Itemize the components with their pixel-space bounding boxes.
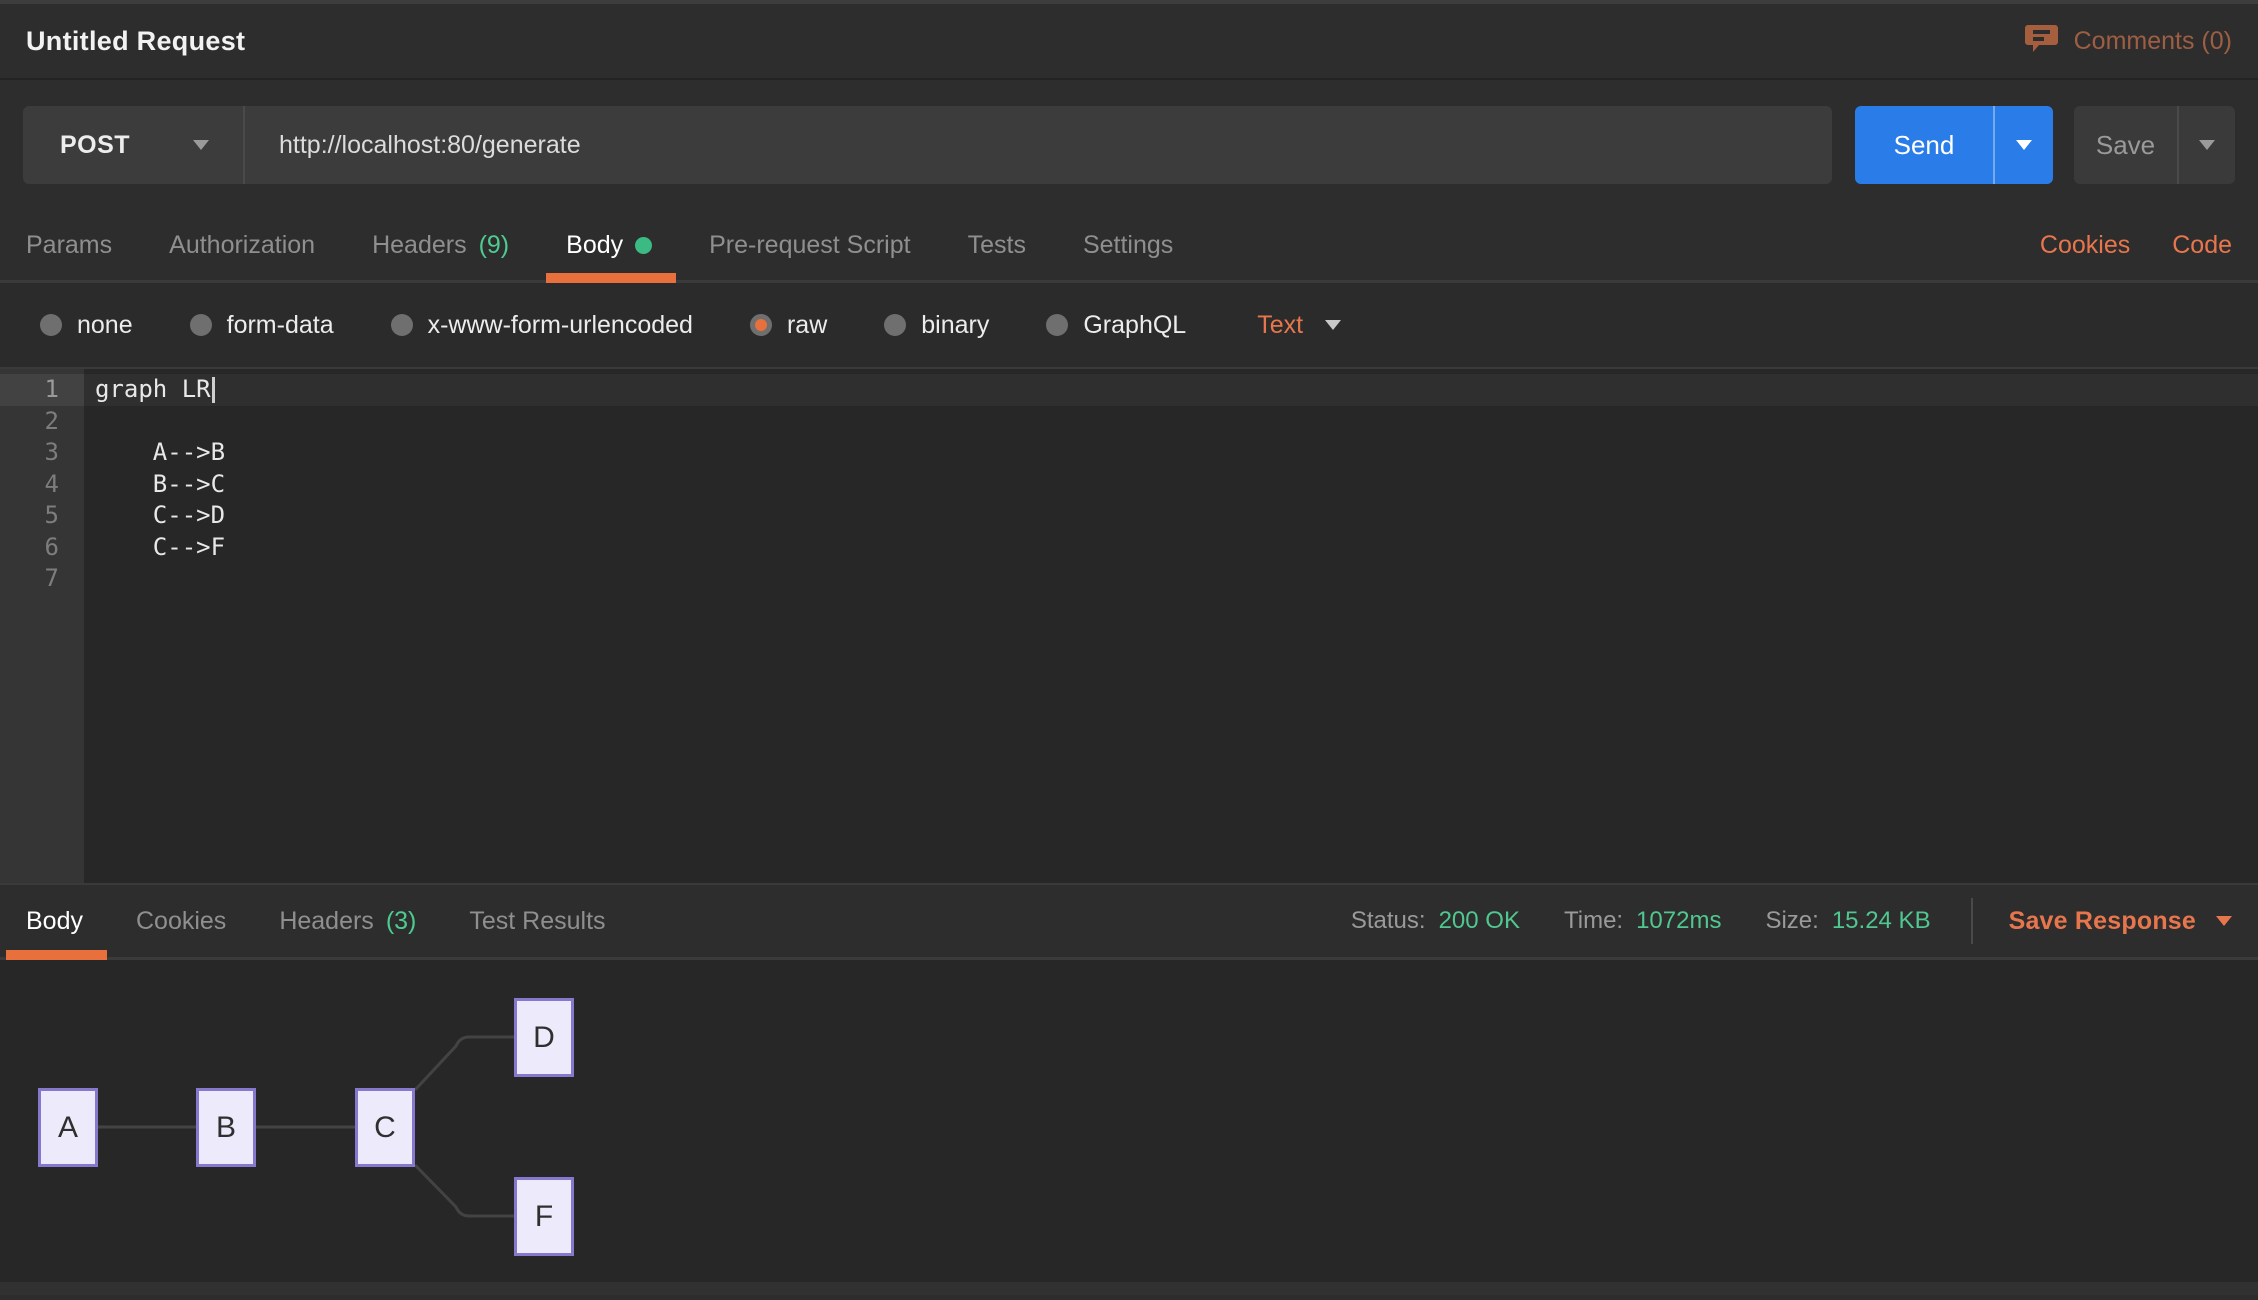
send-label: Send [1855, 106, 1993, 184]
radio-icon [190, 314, 212, 336]
body-type-binary[interactable]: binary [884, 311, 989, 340]
radio-icon [40, 314, 62, 336]
response-status-group: Status: 200 OK Time: 1072ms Size: 15.24 … [1307, 898, 2232, 944]
save-options-button[interactable] [2177, 106, 2235, 184]
horizontal-scrollbar-track [0, 1282, 2258, 1295]
radio-icon [884, 314, 906, 336]
raw-format-label: Text [1257, 311, 1303, 340]
code-line [84, 406, 2258, 438]
line-number: 5 [0, 500, 84, 532]
headers-count-badge: (9) [479, 231, 510, 260]
comments-button[interactable]: Comments (0) [2025, 23, 2232, 60]
request-tabs-actions: Cookies Code [2040, 231, 2232, 260]
code-line: C-->F [84, 532, 2258, 564]
save-button[interactable]: Save [2074, 106, 2235, 184]
response-headers-count-badge: (3) [386, 907, 417, 936]
code-line: B-->C [84, 469, 2258, 501]
tab-params[interactable]: Params [26, 210, 112, 280]
url-box: POST [23, 106, 1832, 184]
radio-icon [1046, 314, 1068, 336]
time-value: 1072ms [1636, 907, 1721, 935]
graph-node-c: C [355, 1088, 415, 1167]
body-type-x-www-form-urlencoded[interactable]: x-www-form-urlencoded [391, 311, 693, 340]
graph-node-b: B [196, 1088, 256, 1167]
code-link[interactable]: Code [2172, 231, 2232, 260]
body-type-graphql[interactable]: GraphQL [1046, 311, 1186, 340]
request-builder-row: POST Send Save [0, 80, 2258, 210]
code-line: graph LR [84, 374, 2258, 406]
body-type-row: none form-data x-www-form-urlencoded raw… [0, 283, 2258, 369]
editor-text-area[interactable]: graph LR A-->B B-->C C-->D C-->F [84, 369, 2258, 883]
cookies-link[interactable]: Cookies [2040, 231, 2130, 260]
method-label: POST [60, 131, 130, 160]
vertical-divider [1971, 898, 1973, 944]
request-body-editor[interactable]: 1 2 3 4 5 6 7 graph LR A-->B B-->C C-->D… [0, 369, 2258, 883]
response-body-viewer: A B C D F [0, 960, 2258, 1295]
text-cursor [212, 377, 215, 403]
line-number: 3 [0, 437, 84, 469]
response-tab-cookies[interactable]: Cookies [136, 885, 226, 957]
graph-node-d: D [514, 998, 574, 1077]
save-response-button[interactable]: Save Response [2009, 907, 2232, 936]
body-modified-dot [635, 237, 652, 254]
tab-settings[interactable]: Settings [1083, 210, 1173, 280]
size-value: 15.24 KB [1832, 907, 1931, 935]
request-title: Untitled Request [26, 26, 245, 57]
size-indicator: Size: 15.24 KB [1765, 907, 1930, 935]
graph-node-a: A [38, 1088, 98, 1167]
comment-icon [2025, 23, 2058, 60]
chevron-down-icon [2216, 916, 2232, 926]
chevron-down-icon [1325, 320, 1341, 330]
send-options-button[interactable] [1993, 106, 2053, 184]
tab-body[interactable]: Body [566, 210, 652, 280]
tab-tests[interactable]: Tests [968, 210, 1026, 280]
app-window: Untitled Request Comments (0) POST Send [0, 0, 2258, 1300]
url-input[interactable] [245, 106, 1832, 184]
tab-authorization[interactable]: Authorization [169, 210, 315, 280]
send-button[interactable]: Send [1855, 106, 2053, 184]
response-meta-bar: Body Cookies Headers (3) Test Results St… [0, 883, 2258, 960]
comments-label: Comments (0) [2074, 27, 2232, 56]
response-tab-headers[interactable]: Headers (3) [279, 885, 416, 957]
line-number: 1 [0, 374, 84, 406]
line-number: 2 [0, 406, 84, 438]
time-indicator: Time: 1072ms [1564, 907, 1722, 935]
response-tabs: Body Cookies Headers (3) Test Results [26, 885, 606, 957]
graph-edges [0, 960, 2258, 1295]
body-type-none[interactable]: none [40, 311, 133, 340]
tab-headers[interactable]: Headers (9) [372, 210, 509, 280]
radio-icon [391, 314, 413, 336]
request-header: Untitled Request Comments (0) [0, 4, 2258, 80]
status-value: 200 OK [1439, 907, 1520, 935]
editor-gutter: 1 2 3 4 5 6 7 [0, 369, 84, 883]
tab-pre-request-script[interactable]: Pre-request Script [709, 210, 910, 280]
line-number: 6 [0, 532, 84, 564]
chevron-down-icon [2016, 140, 2032, 150]
request-tabs-bar: Params Authorization Headers (9) Body Pr… [0, 210, 2258, 283]
graph-node-f: F [514, 1177, 574, 1256]
line-number: 7 [0, 563, 84, 595]
chevron-down-icon [193, 140, 209, 150]
body-type-raw[interactable]: raw [750, 311, 827, 340]
response-tab-body[interactable]: Body [26, 885, 83, 957]
body-type-form-data[interactable]: form-data [190, 311, 334, 340]
code-line: C-->D [84, 500, 2258, 532]
code-line [84, 563, 2258, 595]
method-select[interactable]: POST [23, 106, 245, 184]
line-number: 4 [0, 469, 84, 501]
chevron-down-icon [2199, 140, 2215, 150]
status-indicator: Status: 200 OK [1351, 907, 1520, 935]
response-tab-test-results[interactable]: Test Results [469, 885, 605, 957]
radio-selected-icon [750, 314, 772, 336]
save-label: Save [2074, 106, 2177, 184]
request-tabs: Params Authorization Headers (9) Body Pr… [26, 210, 1173, 280]
raw-format-select[interactable]: Text [1257, 311, 1341, 340]
code-line: A-->B [84, 437, 2258, 469]
